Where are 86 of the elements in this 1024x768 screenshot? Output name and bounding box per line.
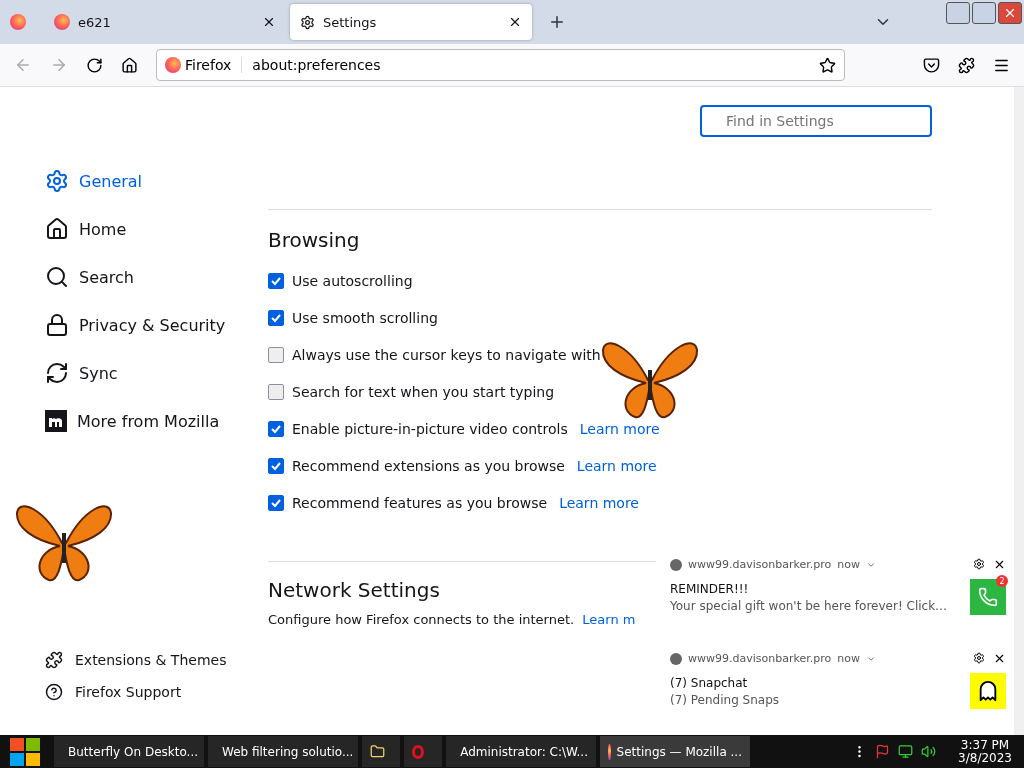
notification-body: Your special gift won't be here forever! Click… (670, 599, 949, 613)
settings-icon[interactable] (973, 652, 985, 664)
restore-button[interactable] (972, 2, 996, 24)
settings-icon (300, 14, 315, 30)
logo-icon (45, 410, 67, 432)
close-icon[interactable] (993, 652, 1006, 665)
sidebar-link[interactable]: Firefox Support (45, 683, 250, 701)
notification-body: (7) Pending Snaps (670, 693, 781, 707)
minimize-button[interactable] (946, 2, 970, 24)
taskbar-button[interactable]: Butterfly On Deskto... (54, 736, 204, 767)
home-icon (45, 217, 69, 241)
notification-title: (7) Snapchat (670, 676, 749, 690)
learn-more-link[interactable]: Learn more (576, 457, 657, 474)
checkbox[interactable] (268, 494, 284, 511)
network-icon[interactable] (898, 744, 914, 759)
taskbar-button[interactable]: Web filtering solutio... (208, 736, 358, 767)
extensions-icon[interactable] (958, 56, 975, 74)
option-label: Use smooth scrolling (292, 309, 438, 326)
close-icon[interactable] (508, 15, 522, 29)
checkbox[interactable] (268, 457, 284, 474)
sidebar-link[interactable]: Extensions & Themes (45, 651, 250, 669)
lock-icon (45, 313, 69, 337)
notification-time: now (837, 652, 860, 665)
taskbar-button[interactable] (362, 736, 400, 767)
ring-icon (412, 744, 424, 759)
option-label: Always use the cursor keys to navigate with (292, 346, 601, 363)
reload-icon[interactable] (86, 56, 103, 74)
checkbox[interactable] (268, 383, 284, 400)
star-icon[interactable] (819, 56, 836, 74)
tab[interactable]: Settings (290, 4, 532, 40)
browser-icon (670, 652, 682, 665)
tab[interactable]: e621 (44, 4, 286, 40)
option-label: Use autoscrolling (292, 272, 413, 289)
learn-more-link[interactable]: Learn more (579, 420, 660, 437)
address-bar[interactable]: Firefox about:preferences (156, 49, 845, 81)
search-field[interactable]: Find in Settings (700, 105, 932, 137)
search-icon (45, 265, 69, 289)
folder-icon (370, 744, 385, 759)
browser-icon (670, 558, 682, 571)
section-title: Browsing (268, 228, 360, 252)
settings-icon (45, 169, 69, 193)
sidebar-item[interactable]: General (45, 157, 250, 205)
checkbox[interactable] (268, 309, 284, 326)
notification-time: now (837, 558, 860, 571)
sidebar-item[interactable]: Privacy & Security (45, 301, 250, 349)
taskbar-button[interactable]: Administrator: C:\W... (446, 736, 596, 767)
sidebar-item[interactable]: More from Mozilla (45, 397, 250, 445)
close-icon[interactable] (993, 558, 1006, 571)
learn-more-link[interactable]: Learn m (582, 612, 636, 627)
identity-label[interactable]: Firefox (165, 57, 243, 73)
notification-source: www99.davisonbarker.pro (688, 558, 832, 571)
learn-more-link[interactable]: Learn more (559, 494, 639, 511)
option-label: Recommend extensions as you browse (292, 457, 565, 474)
pocket-icon[interactable] (923, 56, 940, 74)
volume-icon[interactable] (921, 744, 937, 759)
sidebar-item[interactable]: Search (45, 253, 250, 301)
flag-icon[interactable] (875, 744, 891, 759)
puzzle-icon (45, 651, 63, 669)
taskbar-button[interactable]: Settings — Mozilla ... (600, 736, 750, 767)
notification-source: www99.davisonbarker.pro (688, 652, 832, 665)
checkbox[interactable] (268, 420, 284, 437)
home-icon[interactable] (121, 56, 138, 74)
section-title: Network Settings (268, 578, 440, 602)
checkbox[interactable] (268, 272, 284, 289)
site-icon (54, 14, 70, 30)
notification-title: REMINDER!!! (670, 582, 750, 596)
option-label: Recommend features as you browse (292, 494, 548, 511)
tab-title: Settings (323, 14, 378, 30)
sync-icon (45, 361, 69, 385)
network-description: Configure how Firefox connects to the internet. (268, 612, 575, 627)
tab-title: e621 (78, 14, 112, 30)
close-icon[interactable] (262, 15, 276, 29)
option-label: Search for text when you start typing (292, 383, 555, 400)
clock[interactable]: 3:37 PM 3/8/2023 (958, 738, 1012, 765)
sidebar-item[interactable]: Sync (45, 349, 250, 397)
new-tab-icon[interactable] (548, 13, 566, 31)
scrollbar[interactable] (1014, 87, 1024, 735)
close-button[interactable] (998, 2, 1022, 24)
url-text: about:preferences (252, 57, 382, 73)
option-label: Enable picture-in-picture video controls (292, 420, 568, 437)
ghost-icon (970, 673, 1006, 709)
settings-icon[interactable] (973, 558, 985, 570)
help-icon (45, 683, 63, 701)
close-icon (1003, 6, 1017, 20)
checkbox[interactable] (268, 346, 284, 363)
sidebar-item[interactable]: Home (45, 205, 250, 253)
